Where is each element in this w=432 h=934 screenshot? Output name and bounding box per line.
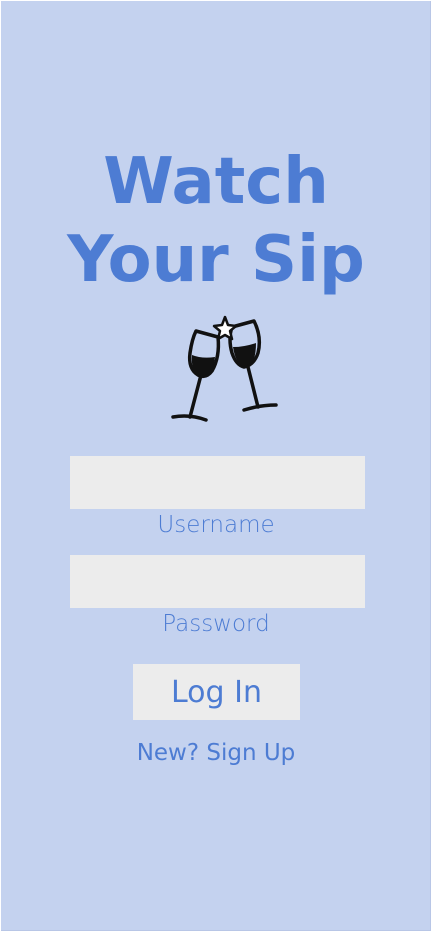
app-title-line2: Your Sip bbox=[67, 223, 365, 297]
login-button[interactable]: Log In bbox=[133, 664, 300, 720]
signup-link[interactable]: New? Sign Up bbox=[1, 738, 431, 768]
username-input[interactable] bbox=[70, 456, 365, 509]
password-input[interactable] bbox=[70, 555, 365, 608]
username-label: Username bbox=[157, 512, 275, 538]
app-title-line1: Watch bbox=[103, 145, 329, 219]
login-screen: Watch Your Sip Username Password Log In … bbox=[1, 1, 431, 931]
password-label: Password bbox=[162, 611, 270, 637]
champagne-toast-icon bbox=[171, 315, 278, 422]
